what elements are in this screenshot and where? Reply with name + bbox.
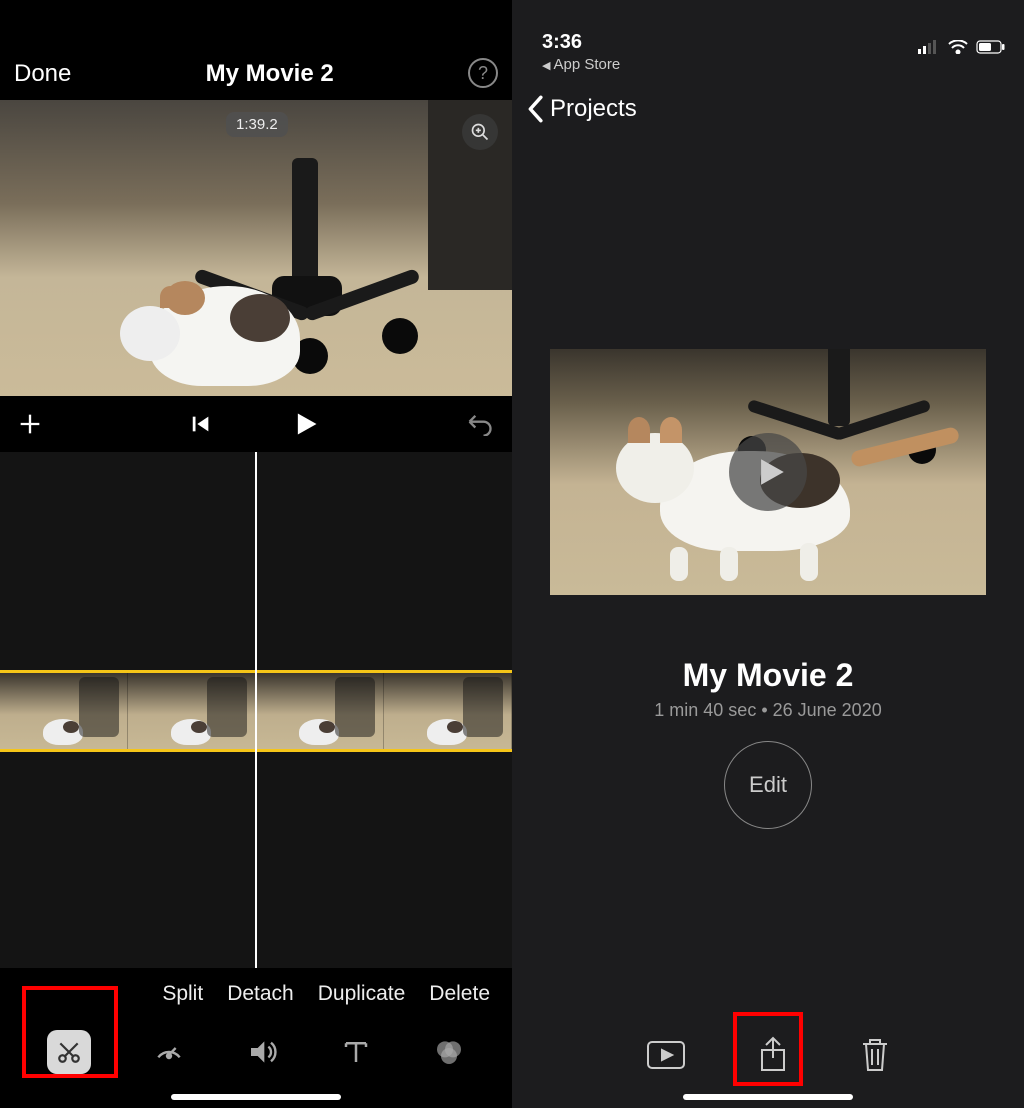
play-overlay-button[interactable] — [729, 433, 807, 511]
volume-tool[interactable] — [247, 1036, 279, 1068]
undo-button[interactable] — [466, 412, 494, 436]
video-preview[interactable]: 1:39.2 — [0, 100, 512, 396]
home-indicator[interactable] — [683, 1094, 853, 1100]
signal-icon — [918, 40, 940, 54]
add-media-button[interactable] — [16, 410, 44, 438]
detach-button[interactable]: Detach — [227, 982, 294, 1006]
share-button[interactable] — [758, 1036, 788, 1074]
project-thumbnail[interactable] — [550, 349, 986, 595]
clip-thumbnail[interactable] — [128, 673, 256, 749]
editor-header: Done My Movie 2 ? — [0, 0, 512, 100]
clip-thumbnail[interactable] — [0, 673, 128, 749]
timeline[interactable] — [0, 452, 512, 968]
return-to-app[interactable]: App Store — [512, 56, 1024, 79]
wifi-icon — [948, 40, 968, 54]
duplicate-button[interactable]: Duplicate — [318, 982, 406, 1006]
projects-screen: 3:36 App Store Projects My — [512, 0, 1024, 1108]
project-meta: 1 min 40 sec • 26 June 2020 — [512, 700, 1024, 721]
status-bar: 3:36 — [512, 0, 1024, 56]
text-tool[interactable] — [341, 1037, 371, 1067]
projects-header: Projects — [512, 79, 1024, 139]
project-toolbar — [512, 1020, 1024, 1090]
clip-actions-bar: Split Detach Duplicate Delete — [0, 968, 512, 1108]
battery-icon — [976, 40, 1006, 54]
delete-button[interactable]: Delete — [429, 982, 490, 1006]
speed-tool[interactable] — [153, 1036, 185, 1068]
filters-tool[interactable] — [433, 1036, 465, 1068]
timestamp-badge: 1:39.2 — [226, 112, 288, 137]
play-button[interactable] — [292, 410, 320, 438]
edit-button[interactable]: Edit — [724, 741, 812, 829]
back-chevron-icon[interactable] — [526, 95, 544, 123]
movie-title: My Movie 2 — [206, 60, 334, 88]
scissors-tool[interactable] — [47, 1030, 91, 1074]
skip-back-button[interactable] — [190, 413, 212, 435]
playhead-line[interactable] — [255, 452, 257, 968]
zoom-in-button[interactable] — [462, 114, 498, 150]
play-project-button[interactable] — [646, 1040, 686, 1070]
clip-thumbnail[interactable] — [256, 673, 384, 749]
status-time: 3:36 — [542, 31, 582, 54]
projects-title[interactable]: Projects — [550, 95, 637, 123]
editor-screen: Done My Movie 2 ? 1:39.2 — [0, 0, 512, 1108]
playhead-marker-icon — [242, 398, 270, 414]
clip-thumbnail[interactable] — [384, 673, 512, 749]
help-button[interactable]: ? — [468, 58, 498, 88]
done-button[interactable]: Done — [14, 60, 71, 88]
preview-cat-graphic — [120, 246, 310, 396]
split-button[interactable]: Split — [162, 982, 203, 1006]
home-indicator[interactable] — [171, 1094, 341, 1100]
project-name: My Movie 2 — [512, 657, 1024, 694]
delete-project-button[interactable] — [860, 1037, 890, 1073]
project-card — [550, 349, 986, 595]
